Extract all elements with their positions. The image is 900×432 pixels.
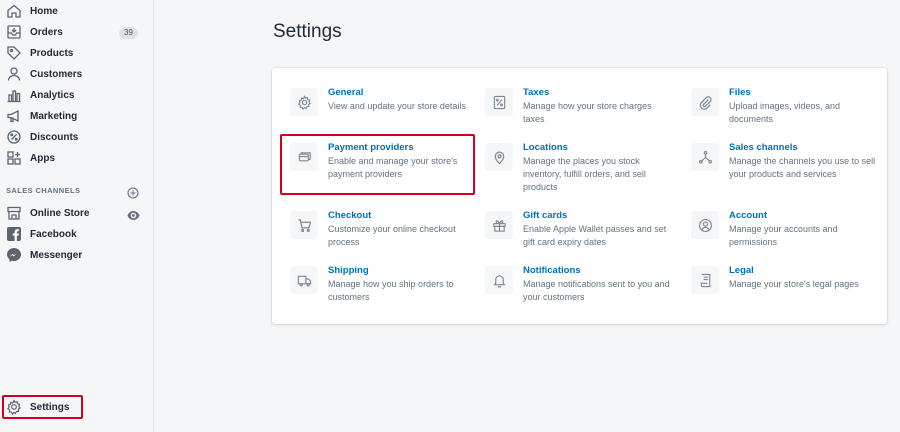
view-store-button[interactable]	[127, 208, 140, 220]
discount-icon	[6, 129, 22, 145]
settings-item-gift-cards[interactable]: Gift cards Enable Apple Wallet passes an…	[485, 210, 675, 257]
facebook-icon	[6, 226, 22, 242]
settings-item-title: Account	[729, 210, 767, 221]
settings-item-general[interactable]: General View and update your store detai…	[290, 87, 480, 134]
sidebar-item-home[interactable]: Home	[0, 2, 154, 22]
settings-item-sales-channels[interactable]: Sales channels Manage the channels you u…	[691, 142, 881, 189]
sidebar-item-label: Products	[30, 48, 74, 59]
sidebar: Home Orders 39 Products Customers Analyt…	[0, 0, 154, 432]
sidebar-item-label: Messenger	[30, 250, 83, 261]
settings-item-desc: Enable Apple Wallet passes and set gift …	[523, 224, 667, 247]
gear-icon	[297, 94, 311, 110]
orders-icon	[6, 24, 22, 40]
truck-icon	[297, 275, 311, 286]
settings-item-title: Shipping	[328, 265, 369, 276]
plus-circle-icon	[127, 187, 139, 199]
store-icon	[6, 205, 22, 221]
settings-item-account[interactable]: Account Manage your accounts and permiss…	[691, 210, 881, 257]
settings-item-title: Sales channels	[729, 142, 798, 153]
settings-item-desc: Upload images, videos, and documents	[729, 101, 841, 124]
sidebar-item-products[interactable]: Products	[0, 44, 154, 64]
settings-item-checkout[interactable]: Checkout Customize your online checkout …	[290, 210, 480, 257]
sidebar-item-messenger[interactable]: Messenger	[0, 246, 154, 266]
paperclip-icon	[699, 95, 712, 110]
eye-icon	[127, 211, 140, 220]
settings-item-title: General	[328, 87, 364, 98]
settings-card: General View and update your store detai…	[272, 68, 887, 324]
location-pin-icon	[494, 151, 504, 164]
settings-item-shipping[interactable]: Shipping Manage how you ship orders to c…	[290, 265, 480, 312]
sales-channels-tile	[691, 143, 719, 171]
sidebar-item-analytics[interactable]: Analytics	[0, 86, 154, 106]
files-tile	[691, 88, 719, 116]
orders-count-badge: 39	[119, 27, 138, 39]
person-icon	[6, 66, 22, 82]
bell-icon	[492, 274, 506, 288]
sidebar-item-label: Orders	[30, 27, 63, 38]
settings-item-desc: View and update your store details	[328, 101, 466, 111]
settings-item-title: Legal	[729, 265, 754, 276]
settings-item-desc: Manage your store's legal pages	[729, 279, 859, 289]
apps-icon	[6, 150, 22, 166]
document-icon	[700, 273, 710, 287]
taxes-tile	[485, 88, 513, 116]
home-icon	[6, 3, 22, 19]
cart-icon	[297, 218, 311, 232]
settings-item-desc: Manage the places you stock inventory, f…	[523, 156, 646, 192]
sidebar-item-apps[interactable]: Apps	[0, 149, 154, 169]
sales-channels-heading: SALES CHANNELS	[6, 186, 81, 195]
general-tile	[290, 88, 318, 116]
sidebar-item-orders[interactable]: Orders 39	[0, 23, 154, 43]
sidebar-item-label: Facebook	[30, 229, 77, 240]
settings-item-title: Files	[729, 87, 751, 98]
settings-item-taxes[interactable]: Taxes Manage how your store charges taxe…	[485, 87, 675, 134]
profile-icon	[698, 218, 712, 232]
settings-item-title: Checkout	[328, 210, 372, 221]
settings-item-desc: Customize your online checkout process	[328, 224, 456, 247]
sidebar-item-label: Customers	[30, 69, 83, 80]
account-tile	[691, 211, 719, 239]
settings-item-files[interactable]: Files Upload images, videos, and documen…	[691, 87, 881, 134]
payment-providers-highlight-box	[280, 134, 475, 195]
sidebar-item-label: Analytics	[30, 90, 75, 101]
percent-icon	[493, 95, 505, 109]
tag-icon	[6, 45, 22, 61]
sidebar-item-marketing[interactable]: Marketing	[0, 107, 154, 127]
gift-cards-tile	[485, 211, 513, 239]
settings-item-legal[interactable]: Legal Manage your store's legal pages	[691, 265, 881, 312]
settings-item-desc: Manage the channels you use to sell your…	[729, 156, 876, 179]
settings-item-locations[interactable]: Locations Manage the places you stock in…	[485, 142, 675, 192]
sidebar-item-label: Discounts	[30, 132, 79, 143]
settings-item-title: Taxes	[523, 87, 550, 98]
sidebar-item-label: Home	[30, 6, 58, 17]
add-channel-button[interactable]	[127, 186, 139, 199]
settings-item-notifications[interactable]: Notifications Manage notifications sent …	[485, 265, 675, 312]
bar-chart-icon	[6, 87, 22, 103]
settings-item-desc: Manage notifications sent to you and you…	[523, 279, 670, 302]
legal-tile	[691, 266, 719, 294]
settings-item-title: Locations	[523, 142, 568, 153]
shipping-tile	[290, 266, 318, 294]
locations-tile	[485, 143, 513, 171]
messenger-icon	[6, 247, 22, 263]
sidebar-item-customers[interactable]: Customers	[0, 65, 154, 85]
sidebar-item-label: Apps	[30, 153, 55, 164]
sidebar-item-label: Marketing	[30, 111, 78, 122]
settings-item-title: Gift cards	[523, 210, 568, 221]
settings-item-title: Notifications	[523, 265, 581, 276]
settings-item-desc: Manage how you ship orders to customers	[328, 279, 454, 302]
channels-icon	[698, 150, 712, 163]
page-title: Settings	[273, 21, 342, 42]
settings-item-desc: Manage how your store charges taxes	[523, 101, 652, 124]
checkout-tile	[290, 211, 318, 239]
megaphone-icon	[6, 108, 22, 124]
sidebar-item-label: Online Store	[30, 208, 90, 219]
sidebar-item-facebook[interactable]: Facebook	[0, 225, 154, 245]
gift-icon	[492, 219, 506, 232]
notifications-tile	[485, 266, 513, 294]
settings-item-desc: Manage your accounts and permissions	[729, 224, 838, 247]
settings-highlight-box	[2, 395, 83, 419]
sidebar-item-discounts[interactable]: Discounts	[0, 128, 154, 148]
